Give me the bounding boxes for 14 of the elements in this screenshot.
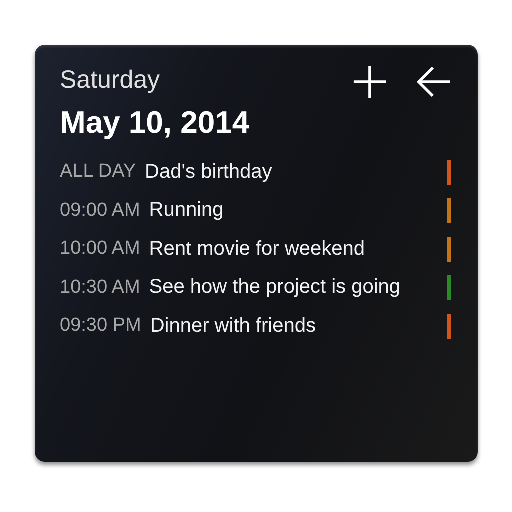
event-time: 10:30 AM (60, 276, 140, 299)
date-heading: May 10, 2014 (60, 104, 250, 142)
event-time: 09:00 AM (60, 200, 140, 222)
back-arrow-icon[interactable] (417, 65, 451, 99)
weekday-label: Saturday (60, 65, 162, 96)
event-time: 09:30 PM (60, 315, 142, 338)
event-title[interactable]: See how the project is going (149, 276, 441, 300)
add-icon[interactable] (353, 65, 387, 99)
event-title[interactable]: Rent movie for weekend (149, 238, 441, 261)
event-time: 10:00 AM (60, 238, 140, 260)
event-title[interactable]: Dad's birthday (145, 160, 441, 184)
event-title[interactable]: Dinner with friends (150, 314, 441, 338)
event-title[interactable]: Running (149, 199, 441, 222)
event-time: ALL DAY (60, 161, 136, 184)
